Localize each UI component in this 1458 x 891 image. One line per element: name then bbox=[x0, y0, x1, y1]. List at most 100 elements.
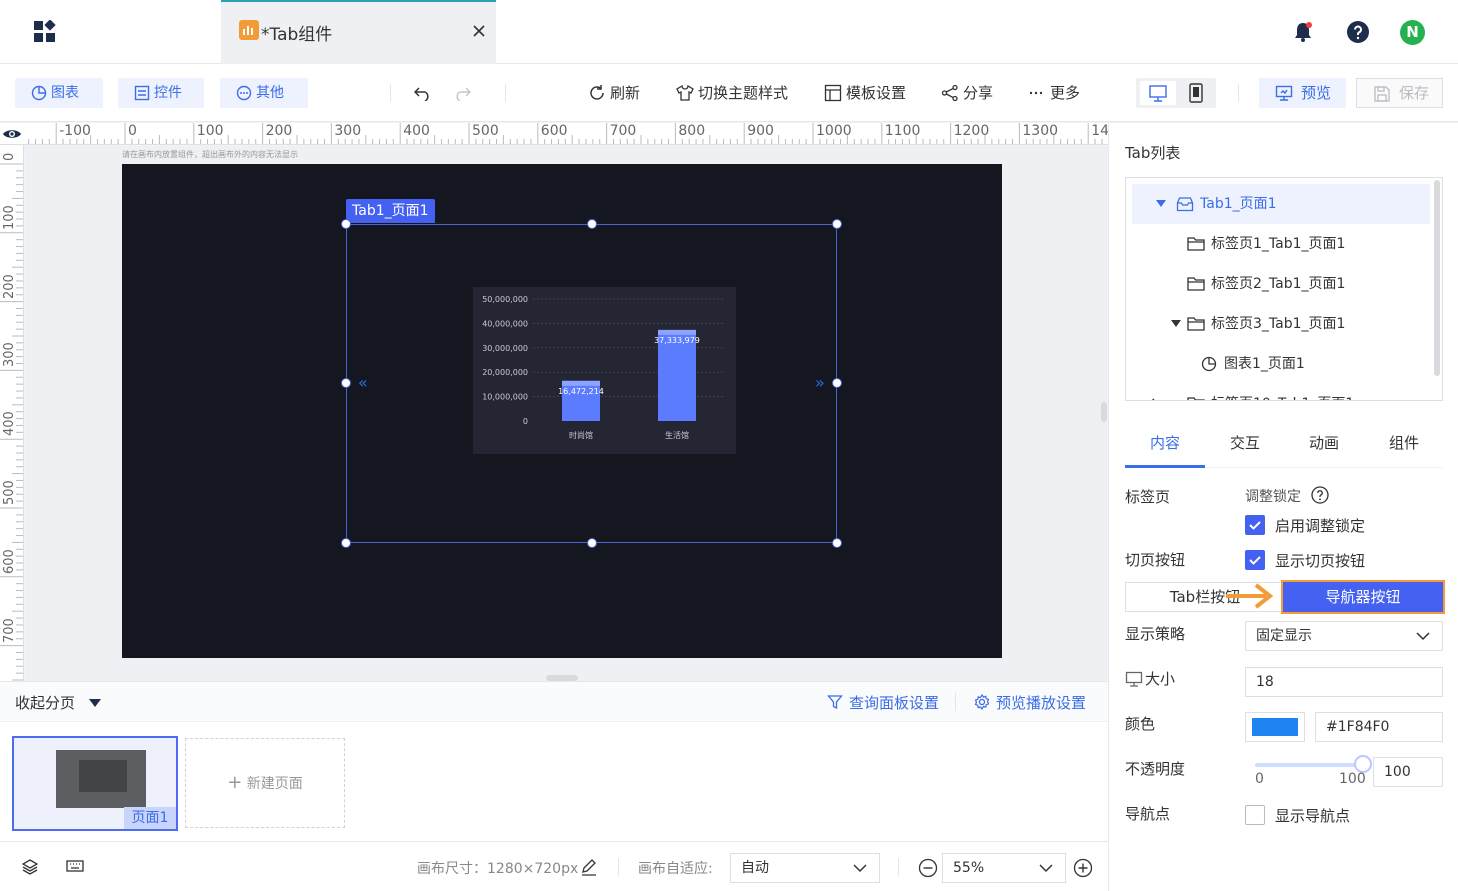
bell-icon[interactable] bbox=[1291, 20, 1315, 44]
widget-icon bbox=[134, 85, 150, 101]
ellipsis-icon bbox=[1029, 91, 1043, 95]
x-category-label: 时尚馆 bbox=[569, 430, 593, 440]
hidden-eye-icon[interactable] bbox=[1140, 397, 1156, 401]
refresh-button[interactable]: 刷新 bbox=[588, 78, 640, 108]
zoom-value: 55% bbox=[953, 860, 985, 876]
resize-handle-ne[interactable] bbox=[832, 219, 842, 229]
preview-button[interactable]: 预览 bbox=[1259, 78, 1346, 108]
display-strategy-select[interactable]: 固定显示 bbox=[1245, 621, 1443, 651]
zoom-select[interactable]: 55% bbox=[942, 853, 1066, 883]
next-tab-arrow[interactable]: » bbox=[815, 373, 825, 392]
resize-handle-e[interactable] bbox=[832, 378, 842, 388]
opacity-slider-track[interactable] bbox=[1255, 763, 1363, 767]
tree-item-label: 标签页1_Tab1_页面1 bbox=[1211, 236, 1346, 252]
page-button-label: 切页按钮 bbox=[1125, 551, 1186, 569]
template-button[interactable]: 模板设置 bbox=[824, 78, 906, 108]
more-button[interactable]: 更多 bbox=[1028, 78, 1080, 108]
fit-mode-select[interactable]: 自动 bbox=[730, 853, 880, 883]
chart-button[interactable]: 图表 bbox=[15, 78, 103, 108]
properties-panel: Tab列表 Tab1_页面1 标签页1_Tab1_页面1 标签页2_Tab1_页… bbox=[1108, 123, 1458, 891]
document-tab[interactable]: *Tab组件 bbox=[221, 0, 496, 64]
app-grid-icon[interactable] bbox=[33, 20, 57, 44]
bar-value-label: 16,472,214 bbox=[558, 387, 604, 396]
help-icon[interactable] bbox=[1346, 20, 1370, 44]
page-thumbnail[interactable]: 页面1 bbox=[12, 736, 178, 831]
layers-icon[interactable] bbox=[22, 859, 38, 875]
collapse-pages-toggle[interactable]: 收起分页 bbox=[15, 692, 102, 713]
thumbnail-component bbox=[79, 760, 127, 792]
resize-handle-s[interactable] bbox=[587, 538, 597, 548]
tree-scrollbar[interactable] bbox=[1434, 180, 1440, 376]
color-hex-input[interactable]: #1F84F0 bbox=[1315, 712, 1443, 742]
top-bar: *Tab组件 N bbox=[0, 0, 1458, 64]
widget-button[interactable]: 控件 bbox=[118, 78, 204, 108]
save-button[interactable]: 保存 bbox=[1356, 78, 1443, 108]
ruler-label: 300 bbox=[334, 123, 362, 139]
query-panel-settings-button[interactable]: 查询面板设置 bbox=[827, 692, 939, 713]
eye-icon bbox=[3, 130, 21, 138]
horizontal-ruler: -100 0 100 200 300 400 500 600 700 800 900 1000 1100… bbox=[24, 123, 1108, 145]
playback-settings-button[interactable]: 预览播放设置 bbox=[974, 692, 1086, 713]
resize-handle-sw[interactable] bbox=[341, 538, 351, 548]
share-button[interactable]: 分享 bbox=[941, 78, 993, 108]
redo-icon[interactable] bbox=[453, 85, 471, 101]
bar-top bbox=[562, 380, 600, 386]
show-page-button-checkbox[interactable]: 显示切页按钮 bbox=[1245, 550, 1365, 571]
toolbar-divider bbox=[1238, 84, 1239, 102]
tab-animation[interactable]: 动画 bbox=[1284, 432, 1364, 453]
opacity-input[interactable]: 100 bbox=[1373, 757, 1443, 787]
pages-header: 收起分页 查询面板设置 预览播放设置 bbox=[0, 682, 1108, 722]
user-avatar[interactable]: N bbox=[1400, 20, 1425, 45]
more-circle-icon bbox=[236, 85, 252, 101]
horizontal-resize-grip[interactable] bbox=[1101, 402, 1107, 422]
filter-icon bbox=[827, 695, 843, 710]
plus-icon: + bbox=[227, 772, 243, 793]
tree-item[interactable]: 图表1_页面1 bbox=[1126, 344, 1434, 384]
zoom-in-icon[interactable] bbox=[1073, 858, 1093, 878]
resize-handle-nw[interactable] bbox=[341, 219, 351, 229]
template-icon bbox=[824, 84, 842, 102]
mobile-view-toggle[interactable] bbox=[1178, 81, 1214, 105]
tab-interaction[interactable]: 交互 bbox=[1205, 432, 1285, 453]
tree-item[interactable]: 标签页1_Tab1_页面1 bbox=[1126, 224, 1434, 264]
theme-button[interactable]: 切换主题样式 bbox=[676, 78, 788, 108]
zoom-out-icon[interactable] bbox=[918, 858, 938, 878]
refresh-label: 刷新 bbox=[610, 84, 641, 102]
pointer-arrow-icon bbox=[1224, 582, 1276, 610]
caret-down-icon bbox=[1171, 320, 1181, 327]
tree-item[interactable]: 标签页2_Tab1_页面1 bbox=[1126, 264, 1434, 304]
property-tabs: 内容 交互 动画 组件 bbox=[1125, 422, 1443, 468]
undo-icon[interactable] bbox=[414, 85, 432, 101]
enable-lock-label: 启用调整锁定 bbox=[1275, 517, 1366, 535]
color-swatch[interactable] bbox=[1245, 712, 1305, 742]
status-bar: 画布尺寸：1280×720px 画布自适应: 自动 55% bbox=[0, 841, 1108, 891]
prev-tab-arrow[interactable]: « bbox=[358, 373, 368, 392]
resize-handle-w[interactable] bbox=[341, 378, 351, 388]
question-circle-icon[interactable] bbox=[1311, 486, 1329, 504]
bar-chart[interactable]: 0 10,000,000 20,000,000 30,000,000 40,000,00… bbox=[473, 287, 736, 454]
pie-icon bbox=[31, 85, 47, 101]
ruler-label: 500 bbox=[472, 123, 499, 139]
size-input[interactable]: 18 bbox=[1245, 667, 1443, 697]
resize-handle-n[interactable] bbox=[587, 219, 597, 229]
enable-lock-checkbox[interactable]: 启用调整锁定 bbox=[1245, 515, 1365, 536]
show-nav-dot-checkbox[interactable]: 显示导航点 bbox=[1245, 805, 1350, 826]
keyboard-icon[interactable] bbox=[66, 859, 84, 873]
ruler-corner[interactable] bbox=[0, 123, 24, 145]
desktop-view-toggle[interactable] bbox=[1140, 81, 1176, 105]
chevron-down-icon bbox=[853, 864, 867, 873]
navigator-button-option[interactable]: 导航器按钮 bbox=[1281, 580, 1445, 614]
canvas-hint: 请在画布内放置组件，超出画布外的内容无法显示 bbox=[122, 150, 298, 159]
tree-item[interactable]: 标签页3_Tab1_页面1 bbox=[1126, 304, 1434, 344]
close-icon[interactable] bbox=[472, 24, 486, 38]
tree-item[interactable]: 标签页10_Tab1_页面1 bbox=[1126, 384, 1434, 401]
tree-item[interactable]: Tab1_页面1 bbox=[1132, 184, 1430, 224]
new-page-button[interactable]: + 新建页面 bbox=[185, 738, 345, 828]
toolbar: 图表 控件 其他 刷新 切换主题样式 模板设置 分享 更多 预览 保存 bbox=[0, 64, 1458, 122]
other-button[interactable]: 其他 bbox=[220, 78, 308, 108]
monitor-icon bbox=[1125, 671, 1143, 687]
resize-handle-se[interactable] bbox=[832, 538, 842, 548]
edit-pencil-icon[interactable] bbox=[580, 858, 598, 876]
tab-content[interactable]: 内容 bbox=[1125, 432, 1205, 453]
tab-component[interactable]: 组件 bbox=[1364, 432, 1444, 453]
